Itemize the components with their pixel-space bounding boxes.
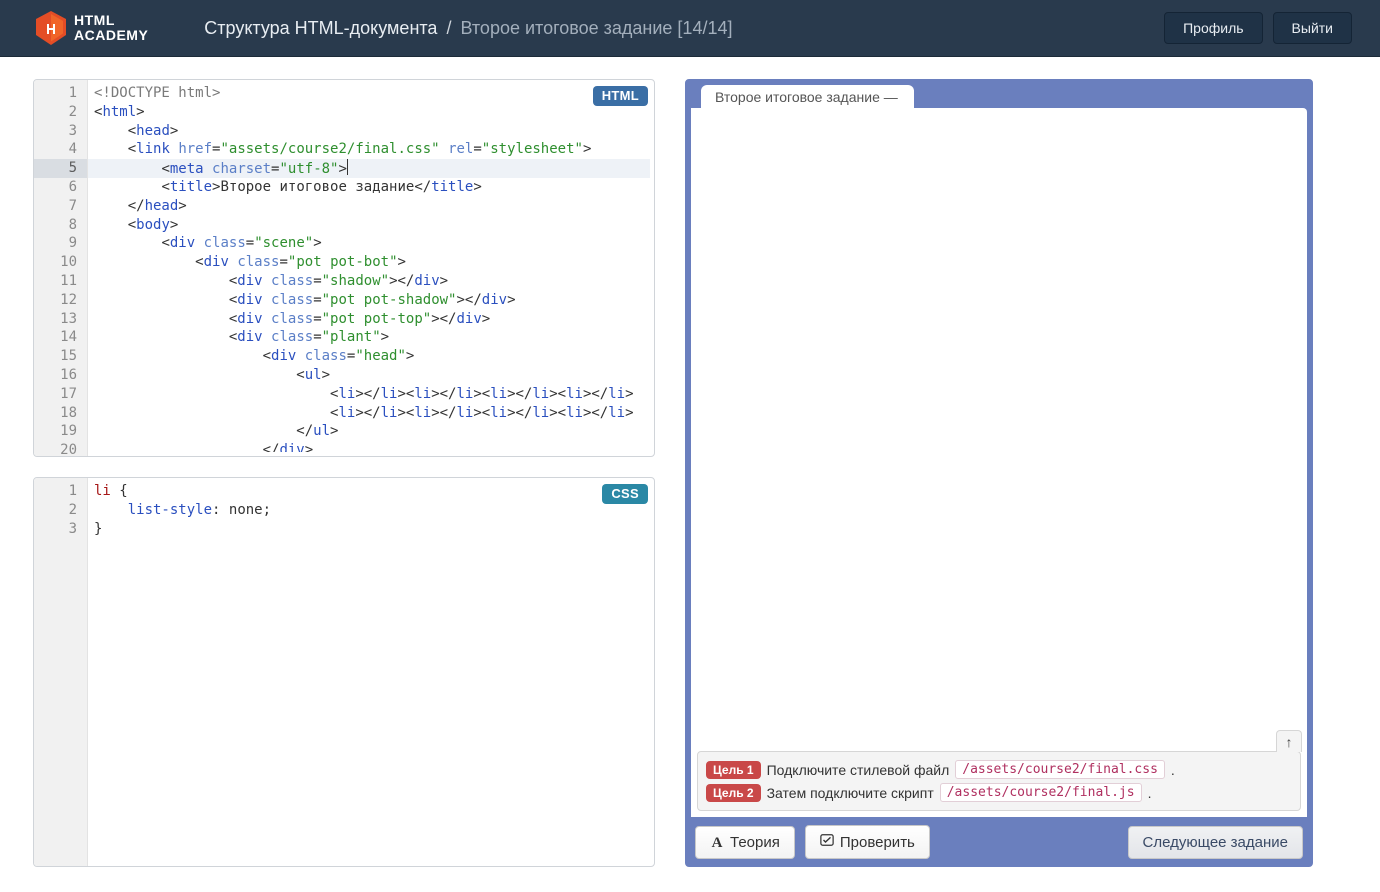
app-header: HTML ACADEMY Структура HTML-документа / … — [0, 0, 1380, 57]
goal-row-2: Цель 2 Затем подключите скрипт /assets/c… — [706, 781, 1292, 804]
breadcrumb-sep: / — [446, 18, 451, 38]
css-gutter: 123 — [34, 478, 88, 866]
goals-panel: ↑ Цель 1 Подключите стилевой файл /asset… — [697, 751, 1301, 811]
check-button[interactable]: Проверить — [805, 825, 930, 859]
html-editor[interactable]: HTML 1234567891011121314151617181920 <!D… — [33, 79, 655, 457]
logo-text: HTML ACADEMY — [74, 13, 148, 42]
shield-icon — [36, 11, 66, 45]
preview-frame: ↑ Цель 1 Подключите стилевой файл /asset… — [691, 108, 1307, 817]
font-icon: A — [710, 835, 724, 849]
goal-2-period: . — [1148, 785, 1152, 801]
goal-2-path: /assets/course2/final.js — [940, 783, 1142, 802]
goal-1-badge: Цель 1 — [706, 761, 761, 779]
theory-button[interactable]: A Теория — [695, 826, 795, 859]
goal-1-period: . — [1171, 762, 1175, 778]
editors-column: HTML 1234567891011121314151617181920 <!D… — [33, 79, 655, 867]
goal-1-path: /assets/course2/final.css — [955, 760, 1165, 779]
html-gutter: 1234567891011121314151617181920 — [34, 80, 88, 456]
breadcrumb: Структура HTML-документа / Второе итогов… — [204, 18, 1164, 39]
html-code[interactable]: <!DOCTYPE html><html> <head> <link href=… — [88, 84, 650, 452]
next-task-button[interactable]: Следующее задание — [1128, 826, 1303, 859]
arrow-up-icon: ↑ — [1286, 734, 1293, 750]
goals-collapse-button[interactable]: ↑ — [1276, 730, 1302, 752]
logout-button[interactable]: Выйти — [1273, 12, 1352, 44]
preview-tab[interactable]: Второе итоговое задание — — [701, 85, 914, 109]
goal-2-text: Затем подключите скрипт — [767, 785, 934, 801]
theory-button-label: Теория — [730, 834, 780, 851]
goal-1-text: Подключите стилевой файл — [767, 762, 950, 778]
profile-button[interactable]: Профиль — [1164, 12, 1262, 44]
goal-2-badge: Цель 2 — [706, 784, 761, 802]
breadcrumb-task: Второе итоговое задание [14/14] — [460, 18, 732, 38]
check-button-label: Проверить — [840, 834, 915, 851]
check-icon — [820, 833, 834, 851]
preview-toolbar: A Теория Проверить Следующее задание — [691, 817, 1307, 861]
logo[interactable]: HTML ACADEMY — [36, 11, 148, 45]
breadcrumb-course[interactable]: Структура HTML-документа — [204, 18, 437, 38]
main-layout: HTML 1234567891011121314151617181920 <!D… — [0, 57, 1380, 887]
preview-panel: Второе итоговое задание — ↑ Цель 1 Подкл… — [685, 79, 1313, 867]
css-editor[interactable]: CSS 123 li { list-style: none;} — [33, 477, 655, 867]
header-buttons: Профиль Выйти — [1164, 12, 1352, 44]
goal-row-1: Цель 1 Подключите стилевой файл /assets/… — [706, 758, 1292, 781]
css-code[interactable]: li { list-style: none;} — [88, 482, 650, 862]
